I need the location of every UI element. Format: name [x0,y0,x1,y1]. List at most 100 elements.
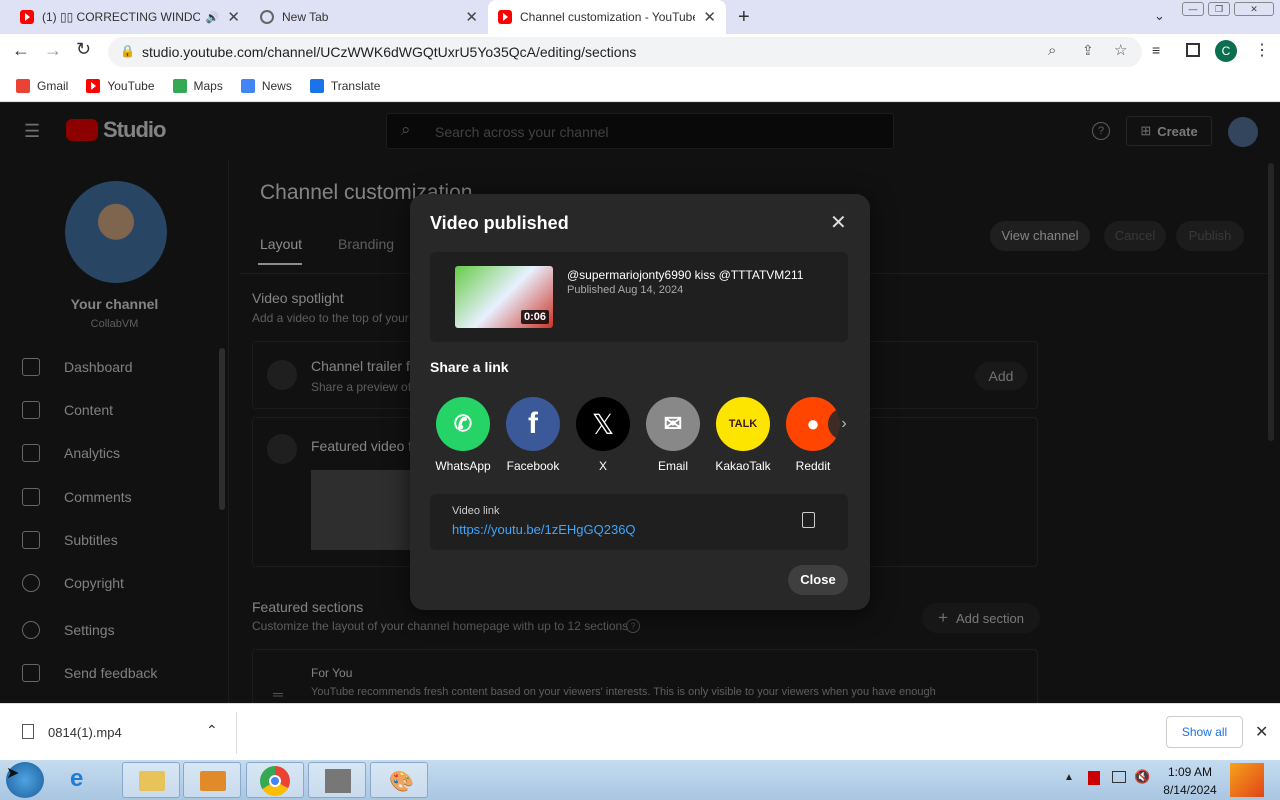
envelope-icon: ✉ [646,397,700,451]
share-label: X [598,459,607,473]
clock-date[interactable]: 8/14/2024 [1158,783,1222,797]
share-label: Reddit [795,459,831,473]
share-facebook[interactable]: f Facebook [498,397,568,473]
maps-icon [172,78,187,93]
tab-title: New Tab [282,10,329,24]
video-published-dialog: Video published ✕ 0:06 @supermariojonty6… [410,194,870,610]
close-icon[interactable]: ✕ [830,210,847,235]
video-card: 0:06 @supermariojonty6990 kiss @TTTATVM2… [430,252,848,342]
x-icon: 𝕏 [576,397,630,451]
lock-icon: 🔒 [120,44,135,58]
tab-channel-customization[interactable]: Channel customization - YouTube ✕ [488,0,726,34]
chevron-up-icon[interactable]: ⌃ [206,722,218,739]
share-label: KakaoTalk [715,459,771,473]
bookmark-news[interactable]: News [240,78,292,93]
volume-muted-icon[interactable]: 🔇 [1134,769,1150,785]
divider [236,712,237,754]
youtube-icon [86,78,101,93]
bookmark-translate[interactable]: Translate [309,78,380,93]
folder-icon [139,771,165,791]
download-filename[interactable]: 0814(1).mp4 [48,725,122,740]
bookmark-gmail[interactable]: Gmail [16,78,68,93]
gmail-icon [16,78,30,93]
copy-icon[interactable] [802,512,815,528]
browser-toolbar: ← → ↻ 🔒 studio.youtube.com/channel/UCzWW… [0,34,1280,70]
chrome-favicon-icon [260,10,274,24]
side-panel-icon[interactable] [1186,43,1200,57]
profile-avatar[interactable]: C [1215,40,1237,62]
tray-alert-icon[interactable] [1088,771,1100,785]
download-shelf: 0814(1).mp4 ⌃ Show all ✕ [0,703,1280,760]
address-bar[interactable]: 🔒 studio.youtube.com/channel/UCzWWK6dWGQ… [108,37,1142,67]
forward-arrow-icon[interactable]: → [44,40,62,61]
zoom-icon[interactable]: ⌕ [1048,42,1056,59]
news-icon [240,78,255,93]
tab-new-tab[interactable]: New Tab ✕ [250,0,488,34]
windows-taskbar: ➤ e 🎨 ▲ 🔇 1:09 AM 8/14/2024 [0,760,1280,800]
video-thumbnail[interactable]: 0:06 [455,266,553,328]
share-kakaotalk[interactable]: TALK KakaoTalk [708,397,778,473]
youtube-favicon-icon [20,10,34,24]
whatsapp-icon: ✆ [436,397,490,451]
chrome-center [269,775,281,787]
share-label: Email [657,459,688,473]
chevron-right-icon[interactable]: › [828,408,860,440]
show-desktop-button[interactable] [1230,763,1264,797]
tab-close-icon[interactable]: ✕ [465,8,478,26]
video-link-url[interactable]: https://youtu.be/1zEHgGQ236Q [452,522,636,537]
paint-taskbar-button[interactable]: 🎨 [370,762,428,798]
reload-icon[interactable]: ↻ [76,39,91,60]
back-arrow-icon[interactable]: ← [12,40,30,61]
window-controls: — ❐ ✕ [1182,2,1278,18]
new-tab-button[interactable]: + [738,6,750,29]
chrome-menu-icon[interactable]: ⋮ [1254,40,1270,60]
close-window-button[interactable]: ✕ [1234,2,1274,16]
bookmarks-bar: Gmail YouTube Maps News Translate [0,70,1280,102]
tab-close-icon[interactable]: ✕ [703,8,716,26]
dialog-title: Video published [430,213,569,233]
duration-badge: 0:06 [520,310,549,324]
tray-expand-icon[interactable]: ▲ [1064,772,1074,783]
media-control-icon[interactable]: ≡ [1152,42,1160,58]
media-taskbar-button[interactable] [183,762,241,798]
share-x[interactable]: 𝕏 X [568,397,638,473]
share-whatsapp[interactable]: ✆ WhatsApp [428,397,498,473]
app-icon [325,769,351,793]
restore-button[interactable]: ❐ [1208,2,1230,16]
kakaotalk-icon: TALK [716,397,770,451]
bookmark-maps[interactable]: Maps [172,78,223,93]
tab-close-icon[interactable]: ✕ [227,8,240,26]
share-label: Facebook [506,459,560,473]
video-link-label: Video link [452,505,500,517]
video-link-box: Video link https://youtu.be/1zEHgGQ236Q [430,494,848,550]
tab-search-chevron-icon[interactable]: ⌄ [1154,8,1165,24]
tab-correcting-window[interactable]: (1) ▯▯ CORRECTING WINDC 🔊 ✕ [10,0,250,34]
paint-palette-icon: 🎨 [389,771,414,793]
show-all-button[interactable]: Show all [1166,716,1243,748]
share-icon[interactable]: ⇪ [1082,42,1094,59]
minimize-button[interactable]: — [1182,2,1204,16]
close-icon[interactable]: ✕ [1255,722,1268,742]
bookmark-star-icon[interactable]: ☆ [1114,41,1127,59]
app-taskbar-button[interactable] [308,762,366,798]
share-heading: Share a link [430,359,509,375]
url-text[interactable]: studio.youtube.com/channel/UCzWWK6dWGQtU… [142,44,636,60]
youtube-favicon-icon [498,10,512,24]
facebook-icon: f [506,397,560,451]
chrome-taskbar-button[interactable] [246,762,304,798]
bookmark-youtube[interactable]: YouTube [86,78,155,93]
audio-playing-icon[interactable]: 🔊 [206,11,220,24]
mouse-cursor-icon: ➤ [6,765,20,782]
tab-strip: (1) ▯▯ CORRECTING WINDC 🔊 ✕ New Tab ✕ Ch… [0,0,1280,34]
tab-title: Channel customization - YouTube [520,10,696,24]
tab-title: (1) ▯▯ CORRECTING WINDC [42,10,200,24]
network-icon[interactable] [1112,771,1126,783]
video-title: @supermariojonty6990 kiss @TTTATVM211 [567,268,804,282]
clock-time[interactable]: 1:09 AM [1158,765,1222,779]
share-email[interactable]: ✉ Email [638,397,708,473]
internet-explorer-icon[interactable]: e [70,765,83,793]
explorer-taskbar-button[interactable] [122,762,180,798]
translate-icon [309,78,324,93]
share-label: WhatsApp [435,459,491,473]
close-button[interactable]: Close [788,565,848,595]
